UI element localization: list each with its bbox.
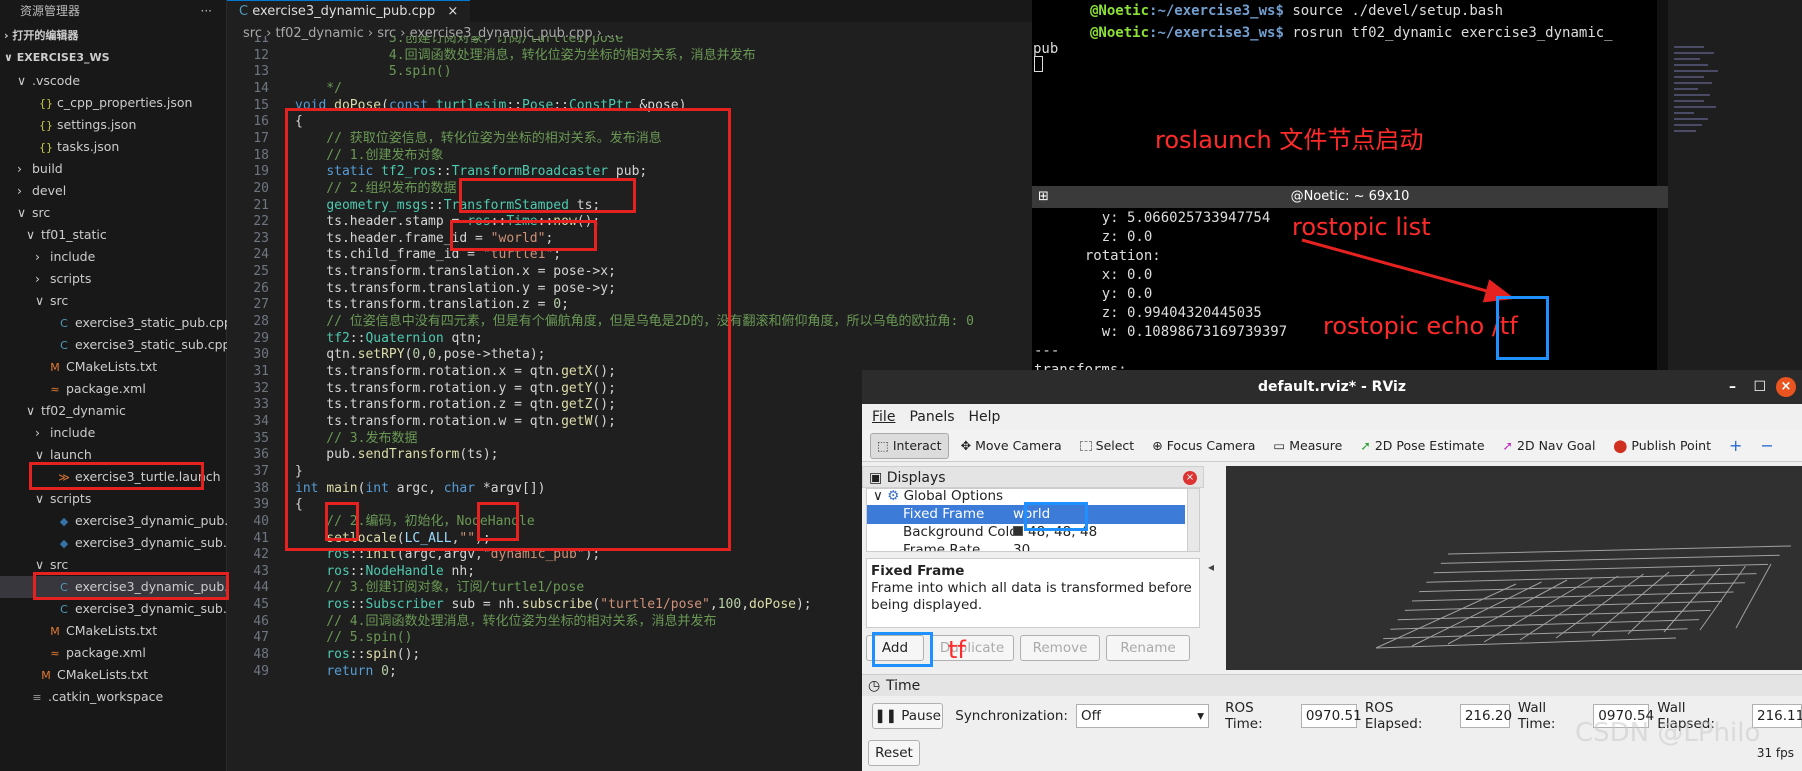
- annotation-arrow: [1301, 238, 1515, 303]
- watermark: CSDN @LPhilo: [1575, 718, 1761, 748]
